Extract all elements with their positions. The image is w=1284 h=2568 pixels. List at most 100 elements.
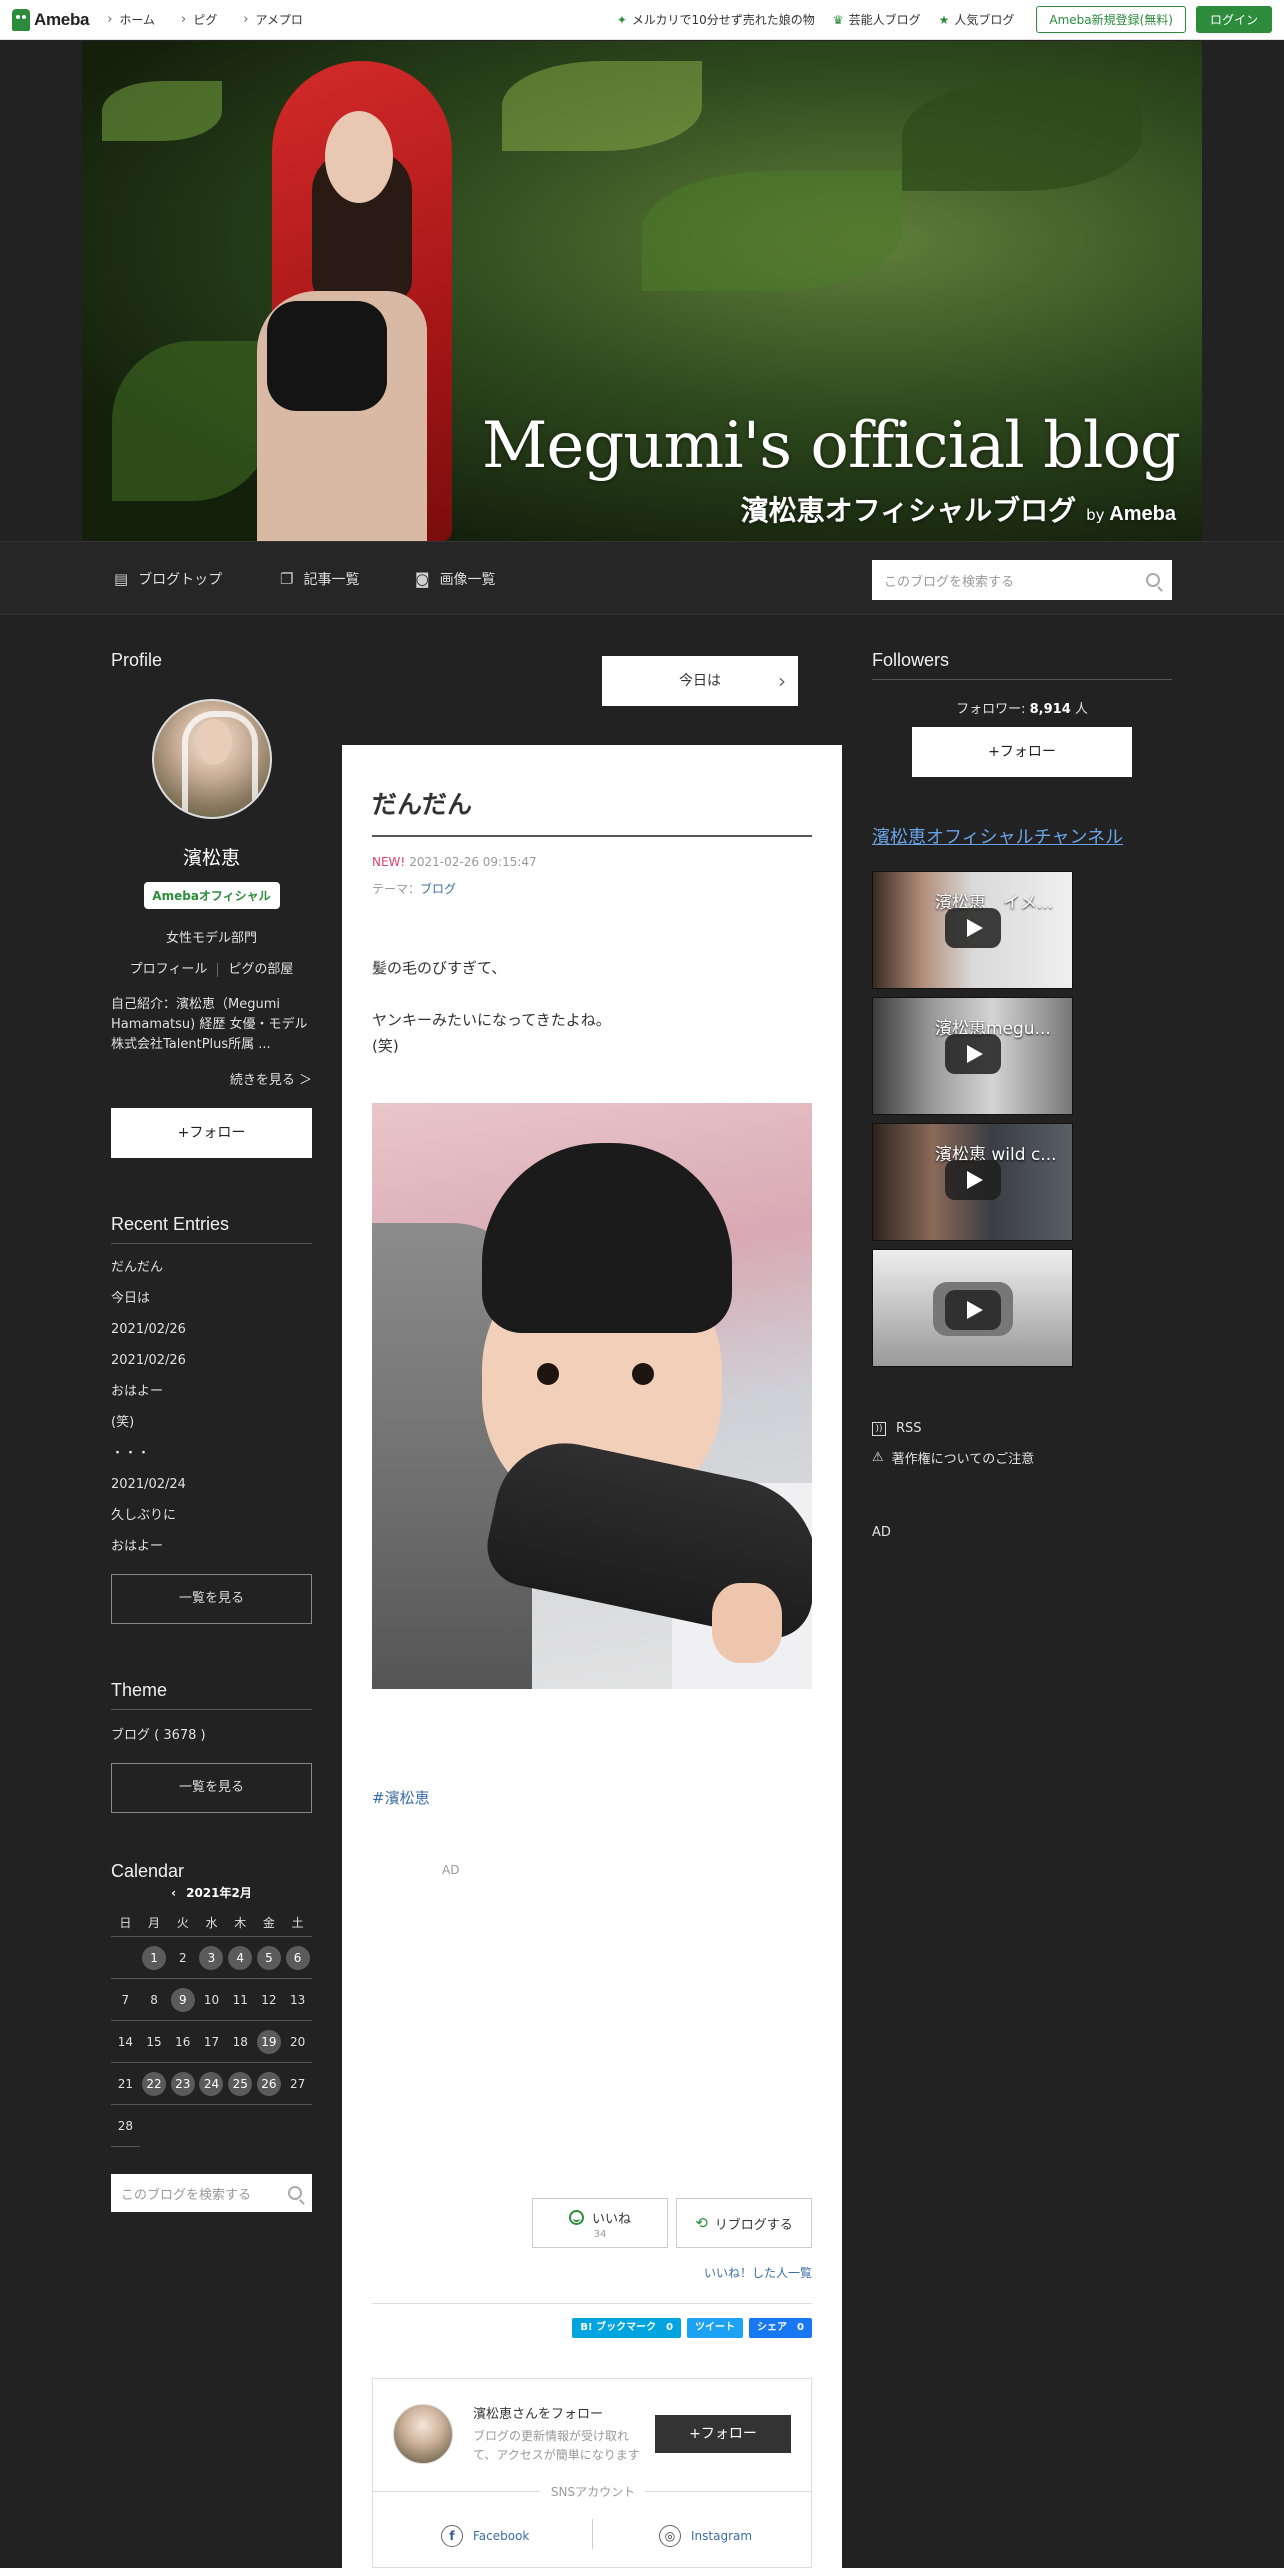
facebook-link[interactable]: f Facebook — [441, 2525, 529, 2547]
top-nav-home[interactable]: ホーム — [107, 11, 155, 28]
calendar-day[interactable]: 5 — [254, 1937, 284, 1979]
ameba-logo[interactable]: Ameba — [12, 0, 89, 40]
reblog-button[interactable]: ⟲ リブログする — [676, 2198, 812, 2248]
pig-room-link[interactable]: ピグの部屋 — [228, 962, 293, 977]
calendar-day[interactable]: 9 — [168, 1979, 198, 2021]
list-item[interactable]: 2021/02/26 — [111, 1314, 312, 1345]
login-button[interactable]: ログイン — [1195, 6, 1272, 33]
blog-header-image[interactable]: Megumi's official blog 濱松恵オフィシャルブログ by A… — [82, 41, 1202, 541]
register-button[interactable]: Ameba新規登録(無料) — [1036, 6, 1186, 33]
list-item[interactable]: 今日は — [111, 1283, 312, 1314]
blog-search-input[interactable]: このブログを検索する — [872, 560, 1172, 600]
video-thumbnail[interactable]: 濱松恵megu... — [872, 997, 1073, 1115]
followers-follow-button[interactable]: +フォロー — [912, 727, 1132, 777]
blog-search-placeholder: このブログを検索する — [884, 574, 1015, 590]
followers-count: フォロワー: 8,914 人 — [956, 702, 1088, 717]
play-icon[interactable] — [945, 1290, 1001, 1330]
list-item[interactable]: おはよー — [111, 1376, 312, 1407]
crown-icon: ♛ — [832, 12, 844, 27]
theme-item[interactable]: ブログ ( 3678 ) — [111, 1724, 312, 1743]
calendar-day: 11 — [225, 1979, 255, 2021]
search-icon[interactable] — [1146, 573, 1160, 587]
calendar-day[interactable]: 23 — [168, 2063, 198, 2105]
calendar-day — [111, 1937, 140, 1979]
ameba-logo-icon — [12, 8, 30, 31]
copyright-notice-link[interactable]: ⚠ 著作権についてのご注意 — [872, 1448, 1172, 1467]
list-item[interactable]: おはよー — [111, 1531, 312, 1562]
search-icon[interactable] — [288, 2186, 302, 2200]
header-foliage — [112, 341, 272, 501]
copy-icon: ❐ — [280, 570, 294, 588]
play-icon[interactable] — [945, 1160, 1001, 1200]
calendar-weekday: 月 — [139, 1909, 169, 1937]
prev-article-button[interactable]: 今日は › — [602, 656, 798, 706]
play-icon[interactable] — [945, 1034, 1001, 1074]
recent-entries-more-button[interactable]: 一覧を見る — [111, 1574, 312, 1624]
calendar-day[interactable]: 6 — [283, 1937, 312, 1979]
list-item[interactable]: ・・・ — [111, 1438, 312, 1469]
calendar-day[interactable]: 22 — [139, 2063, 169, 2105]
avatar[interactable] — [393, 2404, 453, 2464]
calendar-day: 20 — [283, 2021, 312, 2063]
video-thumbnail[interactable]: 濱松恵 wild c... — [872, 1123, 1073, 1241]
hatena-bookmark-button[interactable]: B! ブックマーク 0 — [572, 2318, 682, 2338]
calendar-day[interactable]: 19 — [254, 2021, 284, 2063]
right-sidebar: Followers フォロワー: 8,914 人 +フォロー 濱松恵オフィシャル… — [872, 650, 1172, 1540]
list-item[interactable]: (笑) — [111, 1407, 312, 1438]
list-item[interactable]: 2021/02/26 — [111, 1345, 312, 1376]
rss-link[interactable]: )) RSS — [872, 1421, 1172, 1436]
calendar-month: ‹ 2021年2月 — [171, 1886, 252, 1900]
profile-more-link[interactable]: 続きを見る ＞ — [111, 1069, 312, 1088]
official-channel-link[interactable]: 濱松恵オフィシャルチャンネル — [872, 823, 1172, 849]
calendar-day: 21 — [111, 2063, 140, 2105]
profile-link[interactable]: プロフィール — [130, 962, 208, 977]
calendar-day[interactable]: 25 — [225, 2063, 255, 2105]
tweet-button[interactable]: ツイート — [687, 2318, 744, 2338]
nav-image-list[interactable]: ◙ 画像一覧 — [415, 569, 496, 589]
follow-card-description: ブログの更新情報が受け取れて、アクセスが簡単になります — [473, 2429, 640, 2462]
calendar-day[interactable]: 26 — [254, 2063, 284, 2105]
follow-card-follow-button[interactable]: +フォロー — [655, 2415, 791, 2453]
top-nav-amepro[interactable]: アメプロ — [243, 11, 302, 28]
like-button[interactable]: いいね 34 — [532, 2198, 668, 2248]
list-item[interactable]: 久しぶりに — [111, 1500, 312, 1531]
theme-more-button[interactable]: 一覧を見る — [111, 1763, 312, 1813]
profile-follow-button[interactable]: +フォロー — [111, 1108, 312, 1158]
facebook-share-button[interactable]: シェア 0 — [749, 2318, 812, 2338]
top-link-celebrity-blog[interactable]: ♛ 芸能人ブログ — [833, 11, 921, 28]
ad-label: AD — [872, 1525, 891, 1540]
profile-category[interactable]: 女性モデル部門 — [111, 927, 312, 946]
calendar-grid: 日月火水木金土 1 2 3 4 5 6 7 8 9 10 11 12 13 14 15 16 17 18 19 20 21… — [111, 1909, 312, 2147]
article-hashtag[interactable]: #濱松恵 — [372, 1787, 430, 1808]
profile-avatar[interactable] — [151, 699, 272, 819]
play-icon[interactable] — [945, 908, 1001, 948]
calendar-day: 13 — [283, 1979, 312, 2021]
video-thumbnail[interactable]: 濱松恵 イメ... — [872, 871, 1073, 989]
article-theme-link[interactable]: ブログ — [420, 882, 456, 896]
header-foliage — [102, 81, 222, 141]
nav-blog-top[interactable]: ▤ ブログトップ — [114, 569, 222, 589]
nav-article-list[interactable]: ❐ 記事一覧 — [280, 569, 359, 589]
chevron-left-icon[interactable]: ‹ — [171, 1886, 176, 1900]
calendar-day[interactable]: 24 — [197, 2063, 226, 2105]
top-link-popular-blog[interactable]: ★ 人気ブログ — [939, 11, 1015, 28]
calendar-weekday: 木 — [225, 1909, 255, 1937]
top-link-mercari[interactable]: ✦ メルカリで10分せず売れた娘の物 — [617, 11, 815, 28]
header-foliage — [642, 171, 902, 291]
list-item[interactable]: 2021/02/24 — [111, 1469, 312, 1500]
list-item[interactable]: だんだん — [111, 1252, 312, 1283]
article-photo[interactable] — [372, 1103, 812, 1689]
instagram-icon: ◎ — [659, 2525, 681, 2547]
calendar-weekday: 金 — [254, 1909, 284, 1937]
profile-name[interactable]: 濱松恵 — [111, 843, 312, 870]
instagram-link[interactable]: ◎ Instagram — [659, 2525, 752, 2547]
calendar-day[interactable]: 1 — [139, 1937, 169, 1979]
top-nav-pig[interactable]: ピグ — [181, 11, 217, 28]
liked-users-link[interactable]: いいね！した人一覧 — [704, 2264, 812, 2281]
calendar-day[interactable]: 3 — [197, 1937, 226, 1979]
video-thumbnail[interactable] — [872, 1249, 1073, 1367]
article-title[interactable]: だんだん — [372, 785, 812, 837]
calendar-day[interactable]: 4 — [225, 1937, 255, 1979]
calendar-day: 17 — [197, 2021, 226, 2063]
sidebar-search-input[interactable]: このブログを検索する — [111, 2174, 312, 2212]
